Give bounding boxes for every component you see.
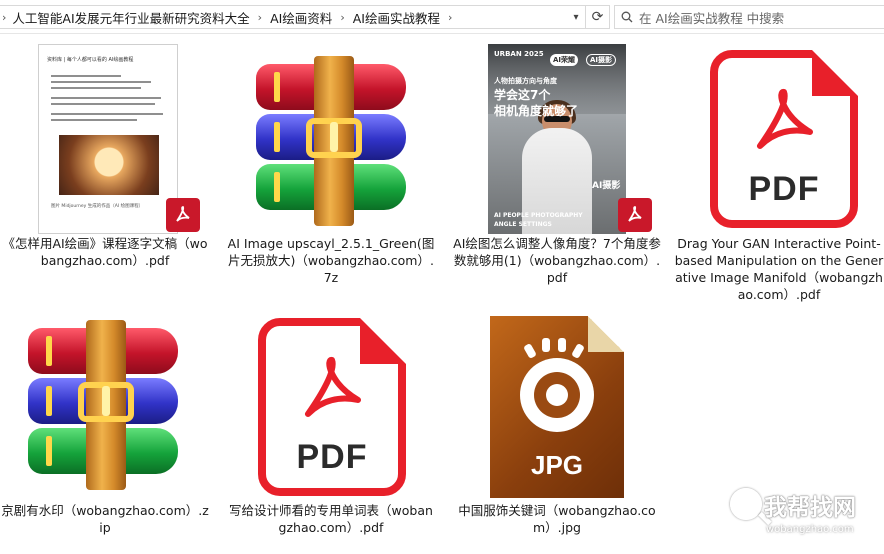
file-item[interactable]: 京剧有水印（wobangzhao.com）.zip [0, 312, 210, 542]
breadcrumb-separator-icon[interactable]: › [340, 11, 344, 24]
doc-title-text: 资料库 | 每个人都可以看的 AI绘画教程 [47, 57, 134, 63]
doc-image [59, 135, 159, 195]
file-item[interactable]: JPG 中国服饰关键词（wobangzhao.com）.jpg [452, 312, 662, 542]
file-name: AI Image upscayl_2.5.1_Green(图片无损放大)（wob… [227, 236, 435, 285]
pdf-label: PDF [748, 170, 820, 208]
refresh-icon: ⟳ [591, 9, 604, 25]
breadcrumb-separator-icon[interactable]: › [448, 11, 452, 24]
photo-title-text: 学会这7个 [494, 88, 551, 102]
photo-title-text: 相机角度就够了 [494, 104, 579, 118]
photo-subtitle-text: 人物拍摄方向与角度 [494, 77, 557, 85]
pdf-file-icon: PDF [258, 318, 406, 496]
pdf-badge-icon [166, 198, 200, 232]
file-name: 《怎样用AI绘画》课程逐字文稿（wobangzhao.com）.pdf [2, 236, 208, 268]
explorer-toolbar: › 人工智能AI发展元年行业最新研究资料大全 › AI绘画资料 › AI绘画实战… [0, 0, 884, 34]
photo-badge-text: AI荣耀 [550, 54, 579, 66]
file-item[interactable]: 资料库 | 每个人都可以看的 AI绘画教程 图片 Midjourney 生成的作… [0, 38, 210, 278]
file-name: AI绘图怎么调整人像角度？7个角度参数就够用(1)（wobangzhao.com… [453, 236, 661, 285]
archive-icon [28, 320, 178, 490]
watermark-title: 我帮找网 [764, 495, 856, 521]
breadcrumb-separator-icon[interactable]: › [258, 11, 262, 24]
file-item[interactable]: AI Image upscayl_2.5.1_Green(图片无损放大)（wob… [226, 38, 436, 285]
archive-icon [256, 56, 406, 226]
refresh-button[interactable]: ⟳ [586, 5, 610, 29]
file-item[interactable]: PDF 写给设计师看的专用单词表（wobangzhao.com）.pdf [226, 312, 436, 542]
pdf-badge-icon [618, 198, 652, 232]
doc-caption-text: 图片 Midjourney 生成的作品（AI 绘图课程） [51, 204, 144, 209]
address-dropdown-icon[interactable]: ▾ [567, 6, 585, 28]
file-name: 中国服饰关键词（wobangzhao.com）.jpg [458, 503, 656, 535]
file-name: 写给设计师看的专用单词表（wobangzhao.com）.pdf [229, 503, 433, 535]
photo-thumbnail: URBAN 2025 AI荣耀 AI摄影 人物拍摄方向与角度 学会这7个 相机角… [488, 44, 626, 234]
photo-tag-text: URBAN 2025 [494, 50, 544, 58]
photo-badge-text: AI摄影 [586, 54, 617, 66]
acrobat-logo-icon [305, 357, 361, 417]
site-watermark: 我帮找网 wobangzhao.com [726, 484, 884, 550]
address-bar[interactable]: › 人工智能AI发展元年行业最新研究资料大全 › AI绘画资料 › AI绘画实战… [0, 5, 586, 29]
photo-bottom-text: AI PEOPLE PHOTOGRAPHY [494, 212, 583, 219]
magnifier-logo-icon [730, 488, 762, 520]
breadcrumb-item[interactable]: AI绘画实战教程 [353, 8, 440, 27]
file-item[interactable]: URBAN 2025 AI荣耀 AI摄影 人物拍摄方向与角度 学会这7个 相机角… [452, 38, 662, 285]
photo-bottom-text: ANGLE SETTINGS [494, 221, 552, 228]
watermark-url: wobangzhao.com [766, 524, 854, 535]
search-icon [621, 11, 633, 23]
breadcrumb-chevron-icon[interactable]: › [2, 11, 6, 24]
pdf-file-icon: PDF [710, 50, 858, 228]
breadcrumb-item[interactable]: 人工智能AI发展元年行业最新研究资料大全 [12, 8, 249, 27]
pdf-label: PDF [296, 438, 368, 476]
jpg-label: JPG [530, 450, 584, 480]
breadcrumb-item[interactable]: AI绘画资料 [270, 8, 332, 27]
file-item[interactable]: PDF Drag Your GAN Interactive Point-base… [670, 38, 883, 308]
photo-side-text: AI摄影 [592, 181, 621, 191]
search-input[interactable]: 在 AI绘画实战教程 中搜索 [614, 5, 884, 29]
search-placeholder: 在 AI绘画实战教程 中搜索 [639, 10, 785, 26]
file-name: Drag Your GAN Interactive Point-based Ma… [674, 236, 884, 302]
file-name: 京剧有水印（wobangzhao.com）.zip [1, 503, 209, 535]
document-thumbnail: 资料库 | 每个人都可以看的 AI绘画教程 图片 Midjourney 生成的作… [38, 44, 178, 234]
jpg-file-icon: JPG [490, 316, 624, 498]
acrobat-logo-icon [757, 89, 813, 149]
